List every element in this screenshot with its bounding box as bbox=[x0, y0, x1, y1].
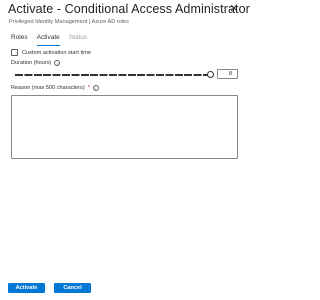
duration-label-row: Duration (hours) i bbox=[11, 60, 61, 66]
tab-roles[interactable]: Roles bbox=[11, 34, 37, 46]
custom-start-row: Custom activation start time bbox=[11, 49, 91, 56]
slider-thumb[interactable] bbox=[207, 71, 214, 78]
close-icon[interactable]: ✕ bbox=[228, 3, 240, 15]
tab-status: Status bbox=[68, 34, 88, 41]
custom-start-checkbox[interactable] bbox=[11, 49, 18, 56]
custom-start-label[interactable]: Custom activation start time bbox=[22, 50, 91, 56]
panel-title: Activate - Conditional Access Administra… bbox=[8, 2, 250, 16]
tab-list: Roles Activate Status bbox=[11, 34, 96, 46]
duration-slider[interactable] bbox=[15, 71, 214, 79]
reason-textarea[interactable] bbox=[11, 95, 238, 159]
reason-label-row: Reason (max 500 characters) * i bbox=[11, 85, 99, 91]
info-icon[interactable]: i bbox=[92, 85, 99, 91]
cancel-button[interactable]: Cancel bbox=[54, 283, 91, 293]
reason-label: Reason (max 500 characters) bbox=[11, 85, 85, 91]
duration-input[interactable]: 8 bbox=[217, 69, 238, 79]
info-icon[interactable]: i bbox=[54, 60, 61, 66]
activate-button[interactable]: Activate bbox=[8, 283, 45, 293]
panel-subtitle: Privileged Identity Management | Azure A… bbox=[9, 19, 129, 25]
slider-ticks bbox=[15, 74, 211, 76]
required-marker: * bbox=[87, 85, 90, 91]
duration-label: Duration (hours) bbox=[11, 60, 52, 66]
tab-activate[interactable]: Activate bbox=[36, 34, 69, 46]
